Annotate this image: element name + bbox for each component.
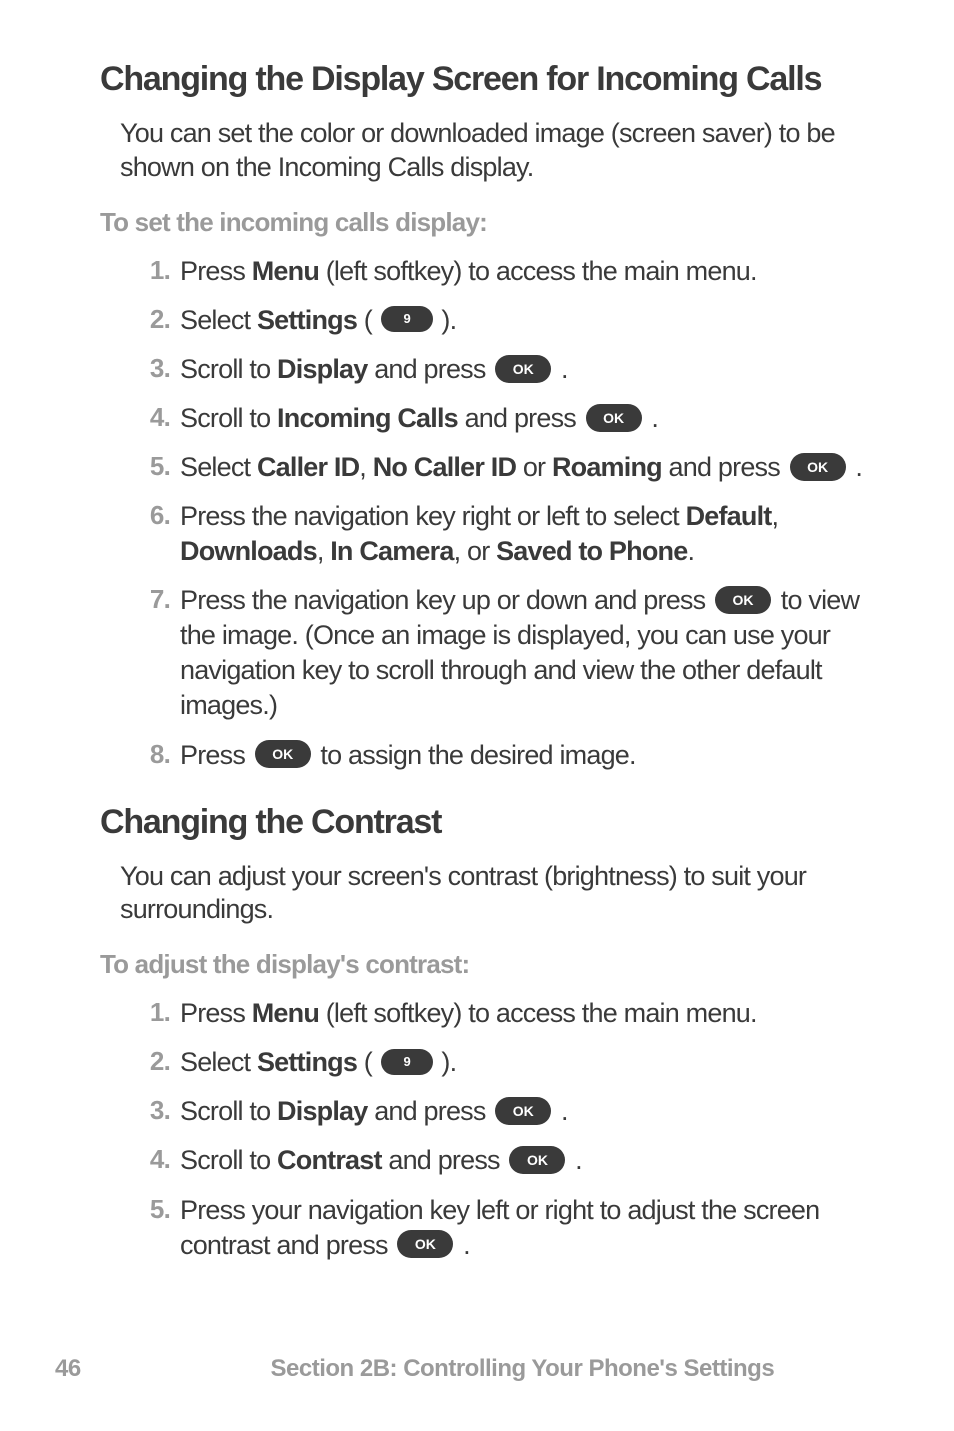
steps-incoming-calls: Press Menu (left softkey) to access the … [130, 254, 864, 773]
footer-section-title: Section 2B: Controlling Your Phone's Set… [81, 1355, 864, 1383]
section-incoming-calls: Changing the Display Screen for Incoming… [100, 60, 864, 773]
text: Press your navigation key left or right … [180, 1195, 819, 1260]
key-ok-icon: OK [495, 355, 551, 383]
step-1: Press Menu (left softkey) to access the … [130, 254, 864, 289]
text: and press [382, 1145, 507, 1175]
key-ok-icon: OK [715, 586, 771, 614]
step-3: Scroll to Display and press OK . [130, 1094, 864, 1129]
menu-label: Menu [252, 256, 319, 286]
key-ok-icon: OK [397, 1230, 453, 1258]
text: and press [368, 1096, 493, 1126]
incamera-label: In Camera [330, 536, 453, 566]
text: and press [458, 403, 583, 433]
step-3: Scroll to Display and press OK . [130, 352, 864, 387]
label-contrast: To adjust the display's contrast: [100, 949, 864, 980]
label-incoming-calls: To set the incoming calls display: [100, 207, 864, 238]
step-1: Press Menu (left softkey) to access the … [130, 996, 864, 1031]
text: Scroll to [180, 1096, 277, 1126]
text: . [554, 354, 567, 384]
text: ). [435, 1047, 457, 1077]
text: . [687, 536, 694, 566]
display-label: Display [277, 1096, 367, 1126]
text: Select [180, 1047, 257, 1077]
savedtophone-label: Saved to Phone [496, 536, 687, 566]
settings-label: Settings [257, 1047, 357, 1077]
text: , [772, 501, 779, 531]
text: ( [357, 1047, 379, 1077]
contrast-label: Contrast [277, 1145, 382, 1175]
menu-label: Menu [252, 998, 319, 1028]
nocallerid-label: No Caller ID [373, 452, 516, 482]
step-2: Select Settings ( 9 ). [130, 1045, 864, 1080]
key-ok-icon: OK [495, 1097, 551, 1125]
text: , or [454, 536, 497, 566]
incoming-calls-label: Incoming Calls [277, 403, 458, 433]
page-number: 46 [55, 1355, 81, 1383]
text: and press [368, 354, 493, 384]
downloads-label: Downloads [180, 536, 317, 566]
section-contrast: Changing the Contrast You can adjust you… [100, 803, 864, 1263]
text: to assign the desired image. [314, 740, 636, 770]
text: Press the navigation key right or left t… [180, 501, 686, 531]
text: , [317, 536, 330, 566]
text: . [554, 1096, 567, 1126]
text: Select [180, 305, 257, 335]
text: . [568, 1145, 581, 1175]
step-6: Press the navigation key right or left t… [130, 499, 864, 569]
heading-contrast: Changing the Contrast [100, 803, 864, 842]
key-9-icon: 9 [381, 1049, 433, 1075]
text: Press [180, 256, 252, 286]
text: and press [662, 452, 787, 482]
text: . [849, 452, 862, 482]
intro-contrast: You can adjust your screen's contrast (b… [120, 860, 864, 928]
step-5: Press your navigation key left or right … [130, 1193, 864, 1263]
step-4: Scroll to Contrast and press OK . [130, 1143, 864, 1178]
heading-incoming-calls: Changing the Display Screen for Incoming… [100, 60, 864, 99]
steps-contrast: Press Menu (left softkey) to access the … [130, 996, 864, 1263]
intro-incoming-calls: You can set the color or downloaded imag… [120, 117, 864, 185]
text: ). [435, 305, 457, 335]
text: ( [357, 305, 379, 335]
step-4: Scroll to Incoming Calls and press OK . [130, 401, 864, 436]
page-footer: 46 Section 2B: Controlling Your Phone's … [0, 1355, 954, 1383]
text: Select [180, 452, 257, 482]
text: , [359, 452, 372, 482]
text: or [516, 452, 552, 482]
text: . [645, 403, 658, 433]
text: . [456, 1230, 469, 1260]
text: (left softkey) to access the main menu. [319, 256, 757, 286]
text: Press [180, 998, 252, 1028]
key-ok-icon: OK [255, 740, 311, 768]
text: Scroll to [180, 1145, 277, 1175]
default-label: Default [686, 501, 772, 531]
settings-label: Settings [257, 305, 357, 335]
display-label: Display [277, 354, 367, 384]
key-ok-icon: OK [509, 1146, 565, 1174]
key-ok-icon: OK [790, 453, 846, 481]
step-2: Select Settings ( 9 ). [130, 303, 864, 338]
step-5: Select Caller ID, No Caller ID or Roamin… [130, 450, 864, 485]
callerid-label: Caller ID [257, 452, 359, 482]
text: Press [180, 740, 252, 770]
key-ok-icon: OK [586, 404, 642, 432]
step-7: Press the navigation key up or down and … [130, 583, 864, 723]
roaming-label: Roaming [552, 452, 662, 482]
key-9-icon: 9 [381, 306, 433, 332]
text: Scroll to [180, 354, 277, 384]
text: (left softkey) to access the main menu. [319, 998, 757, 1028]
text: Scroll to [180, 403, 277, 433]
step-8: Press OK to assign the desired image. [130, 738, 864, 773]
text: Press the navigation key up or down and … [180, 585, 712, 615]
